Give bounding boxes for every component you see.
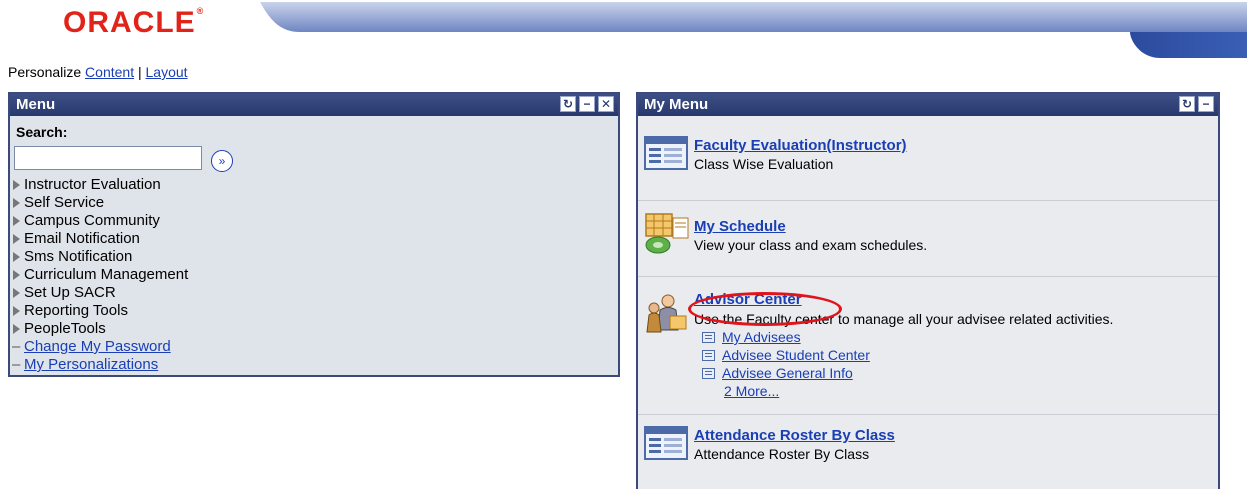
component-page-icon xyxy=(702,332,715,343)
menu-folder[interactable]: Sms Notification xyxy=(12,248,188,266)
oracle-logo: ORACLE® xyxy=(63,6,205,39)
menu-folder[interactable]: PeopleTools xyxy=(12,320,188,338)
item-divider xyxy=(638,276,1218,277)
folder-triangle-icon xyxy=(13,288,20,299)
menu-pagelet-title: Menu xyxy=(16,96,56,113)
folder-triangle-icon xyxy=(13,306,20,317)
search-go-button[interactable]: » xyxy=(211,150,233,172)
attendance-roster-link[interactable]: Attendance Roster By Class xyxy=(694,427,895,444)
personalize-layout-link[interactable]: Layout xyxy=(146,64,188,80)
folder-triangle-icon xyxy=(13,198,20,209)
folder-triangle-icon xyxy=(13,234,20,245)
sub-link-my-advisees[interactable]: My Advisees xyxy=(702,329,801,345)
menu-search-input[interactable] xyxy=(14,146,202,170)
personalize-content-link[interactable]: Content xyxy=(85,64,134,80)
folder-triangle-icon xyxy=(13,270,20,281)
folder-triangle-icon xyxy=(13,180,20,191)
dash-icon: – xyxy=(12,356,21,373)
schedule-calendar-icon xyxy=(645,213,689,254)
sub-link-more[interactable]: 2 More... xyxy=(724,383,779,399)
menu-link-my-personalizations[interactable]: – My Personalizations xyxy=(12,356,188,374)
personalize-label: Personalize xyxy=(8,64,82,80)
menu-folder[interactable]: Email Notification xyxy=(12,230,188,248)
menu-folder[interactable]: Instructor Evaluation xyxy=(12,176,188,194)
personalize-bar: Personalize Content | Layout xyxy=(8,64,188,80)
minimize-icon[interactable]: − xyxy=(1198,96,1214,112)
minimize-icon[interactable]: − xyxy=(579,96,595,112)
component-page-icon xyxy=(702,350,715,361)
sub-link-advisee-general-info[interactable]: Advisee General Info xyxy=(702,365,853,381)
menu-tree: Instructor Evaluation Self Service Campu… xyxy=(12,176,188,374)
personalize-separator: | xyxy=(137,64,142,80)
faculty-evaluation-desc: Class Wise Evaluation xyxy=(694,156,834,172)
my-schedule-desc: View your class and exam schedules. xyxy=(694,237,928,253)
my-schedule-link[interactable]: My Schedule xyxy=(694,218,786,235)
page-header: ORACLE® xyxy=(0,0,1247,60)
item-divider xyxy=(638,414,1218,415)
component-page-icon xyxy=(702,368,715,379)
menu-folder[interactable]: Curriculum Management xyxy=(12,266,188,284)
my-menu-item-my-schedule: My Schedule View your class and exam sch… xyxy=(644,212,1214,262)
folder-triangle-icon xyxy=(13,324,20,335)
double-chevron-right-icon: » xyxy=(218,154,226,168)
menu-folder[interactable]: Campus Community xyxy=(12,212,188,230)
menu-pagelet: Menu ↻ − ✕ Search: » Instructor Evaluati… xyxy=(8,92,620,377)
menu-link-change-password[interactable]: – Change My Password xyxy=(12,338,188,356)
my-menu-item-faculty-evaluation: Faculty Evaluation(Instructor) Class Wis… xyxy=(644,134,1214,184)
close-icon[interactable]: ✕ xyxy=(598,96,614,112)
my-menu-item-attendance-roster: Attendance Roster By Class Attendance Ro… xyxy=(644,424,1214,474)
attendance-roster-desc: Attendance Roster By Class xyxy=(694,446,870,462)
sub-link-advisee-student-center[interactable]: Advisee Student Center xyxy=(702,347,870,363)
refresh-icon[interactable]: ↻ xyxy=(560,96,576,112)
folder-triangle-icon xyxy=(13,252,20,263)
component-page-icon xyxy=(644,136,688,170)
highlight-ellipse xyxy=(688,292,842,326)
dash-icon: – xyxy=(12,338,21,355)
menu-pagelet-header: Menu ↻ − ✕ xyxy=(10,94,618,116)
menu-folder[interactable]: Set Up SACR xyxy=(12,284,188,302)
menu-folder[interactable]: Self Service xyxy=(12,194,188,212)
header-banner xyxy=(260,2,1247,58)
my-menu-pagelet: My Menu ↻ − Faculty Evaluation(Instructo… xyxy=(636,92,1220,489)
search-label: Search: xyxy=(16,124,68,140)
my-menu-pagelet-title: My Menu xyxy=(644,96,709,113)
refresh-icon[interactable]: ↻ xyxy=(1179,96,1195,112)
folder-triangle-icon xyxy=(13,216,20,227)
faculty-evaluation-link[interactable]: Faculty Evaluation(Instructor) xyxy=(694,137,907,154)
item-divider xyxy=(638,200,1218,201)
my-menu-pagelet-header: My Menu ↻ − xyxy=(638,94,1218,116)
component-page-icon xyxy=(644,426,688,460)
advisor-people-icon xyxy=(646,294,687,333)
menu-folder[interactable]: Reporting Tools xyxy=(12,302,188,320)
